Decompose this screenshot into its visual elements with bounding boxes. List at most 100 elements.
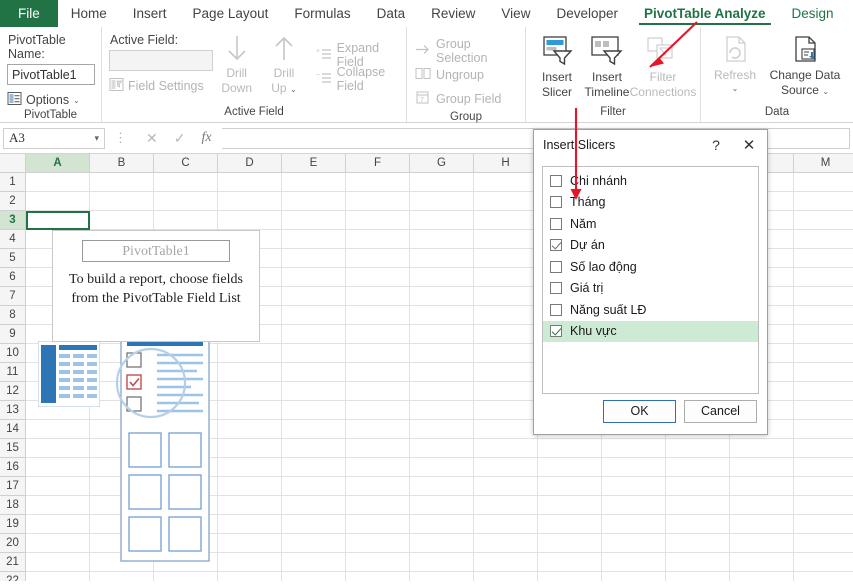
cell-M2[interactable] <box>794 192 853 211</box>
cell-E9[interactable] <box>282 325 346 344</box>
cell-D1[interactable] <box>218 173 282 192</box>
cell-H19[interactable] <box>474 515 538 534</box>
cell-G1[interactable] <box>410 173 474 192</box>
cell-I19[interactable] <box>538 515 602 534</box>
cell-M6[interactable] <box>794 268 853 287</box>
cell-F7[interactable] <box>346 287 410 306</box>
cell-H11[interactable] <box>474 363 538 382</box>
tab-view[interactable]: View <box>488 0 543 27</box>
cell-F4[interactable] <box>346 230 410 249</box>
cell-K20[interactable] <box>666 534 730 553</box>
row-header-13[interactable]: 13 <box>0 401 26 420</box>
cell-M15[interactable] <box>794 439 853 458</box>
pivottable-options-button[interactable]: Options ⌄ <box>7 91 80 109</box>
cell-J20[interactable] <box>602 534 666 553</box>
checkbox-icon[interactable] <box>550 174 562 187</box>
cell-F13[interactable] <box>346 401 410 420</box>
cell-G21[interactable] <box>410 553 474 572</box>
row-header-5[interactable]: 5 <box>0 249 26 268</box>
cell-E8[interactable] <box>282 306 346 325</box>
cell-E13[interactable] <box>282 401 346 420</box>
cell-G19[interactable] <box>410 515 474 534</box>
row-header-9[interactable]: 9 <box>0 325 26 344</box>
cell-E22[interactable] <box>282 572 346 581</box>
ok-button[interactable]: OK <box>603 399 676 423</box>
checkbox-icon[interactable] <box>550 217 562 230</box>
select-all-corner[interactable] <box>0 154 26 172</box>
row-header-18[interactable]: 18 <box>0 496 26 515</box>
cell-G3[interactable] <box>410 211 474 230</box>
cell-L16[interactable] <box>730 458 794 477</box>
cell-C22[interactable] <box>154 572 218 581</box>
checkbox-icon[interactable] <box>550 303 562 316</box>
cell-F17[interactable] <box>346 477 410 496</box>
insert-function-icon[interactable]: fx <box>201 130 211 146</box>
help-icon[interactable]: ? <box>701 130 731 160</box>
cell-D17[interactable] <box>218 477 282 496</box>
column-header-F[interactable]: F <box>346 154 410 172</box>
cell-E18[interactable] <box>282 496 346 515</box>
cell-E6[interactable] <box>282 268 346 287</box>
cell-E5[interactable] <box>282 249 346 268</box>
slicer-field-item[interactable]: Chi nhánh <box>543 170 758 192</box>
tab-design[interactable]: Design <box>779 0 847 27</box>
slicer-field-item[interactable]: Khu vực <box>543 320 758 342</box>
cell-K22[interactable] <box>666 572 730 581</box>
cell-J18[interactable] <box>602 496 666 515</box>
row-header-8[interactable]: 8 <box>0 306 26 325</box>
cell-G10[interactable] <box>410 344 474 363</box>
cell-F3[interactable] <box>346 211 410 230</box>
cell-F22[interactable] <box>346 572 410 581</box>
cell-M16[interactable] <box>794 458 853 477</box>
cell-G5[interactable] <box>410 249 474 268</box>
cell-D22[interactable] <box>218 572 282 581</box>
cell-H8[interactable] <box>474 306 538 325</box>
cell-D13[interactable] <box>218 401 282 420</box>
cell-D21[interactable] <box>218 553 282 572</box>
slicer-field-item[interactable]: Tháng <box>543 192 758 214</box>
column-header-B[interactable]: B <box>90 154 154 172</box>
checkbox-icon[interactable] <box>550 196 562 209</box>
cell-A19[interactable] <box>26 515 90 534</box>
cell-C3[interactable] <box>154 211 218 230</box>
cell-D3[interactable] <box>218 211 282 230</box>
tab-insert[interactable]: Insert <box>120 0 180 27</box>
cell-F8[interactable] <box>346 306 410 325</box>
column-header-C[interactable]: C <box>154 154 218 172</box>
cell-H7[interactable] <box>474 287 538 306</box>
insert-timeline-button[interactable]: Insert Timeline <box>582 33 632 99</box>
cell-E7[interactable] <box>282 287 346 306</box>
cell-F5[interactable] <box>346 249 410 268</box>
change-data-source-button[interactable]: Change Data Source ⌄ <box>763 33 847 98</box>
cell-M1[interactable] <box>794 173 853 192</box>
row-header-20[interactable]: 20 <box>0 534 26 553</box>
cell-G4[interactable] <box>410 230 474 249</box>
cell-H3[interactable] <box>474 211 538 230</box>
cell-D14[interactable] <box>218 420 282 439</box>
cell-H10[interactable] <box>474 344 538 363</box>
cell-A14[interactable] <box>26 420 90 439</box>
row-header-22[interactable]: 22 <box>0 572 26 581</box>
cell-M18[interactable] <box>794 496 853 515</box>
row-header-21[interactable]: 21 <box>0 553 26 572</box>
formula-bar-menu-icon[interactable]: ⋮ <box>114 130 127 146</box>
cancel-icon[interactable]: ✕ <box>146 130 158 147</box>
slicer-field-item[interactable]: Số lao động <box>543 256 758 278</box>
cell-B1[interactable] <box>90 173 154 192</box>
row-header-15[interactable]: 15 <box>0 439 26 458</box>
row-header-10[interactable]: 10 <box>0 344 26 363</box>
cell-E15[interactable] <box>282 439 346 458</box>
tab-file[interactable]: File <box>0 0 58 27</box>
checkbox-icon[interactable] <box>550 239 562 252</box>
cell-B22[interactable] <box>90 572 154 581</box>
cell-K17[interactable] <box>666 477 730 496</box>
cell-K18[interactable] <box>666 496 730 515</box>
cell-M9[interactable] <box>794 325 853 344</box>
dialog-title-bar[interactable]: Insert Slicers ? ✕ <box>534 130 767 160</box>
tab-pivottable-analyze[interactable]: PivotTable Analyze <box>631 0 779 27</box>
cell-H18[interactable] <box>474 496 538 515</box>
cell-D11[interactable] <box>218 363 282 382</box>
cell-B2[interactable] <box>90 192 154 211</box>
cell-I17[interactable] <box>538 477 602 496</box>
insert-slicer-button[interactable]: Insert Slicer <box>532 33 582 99</box>
